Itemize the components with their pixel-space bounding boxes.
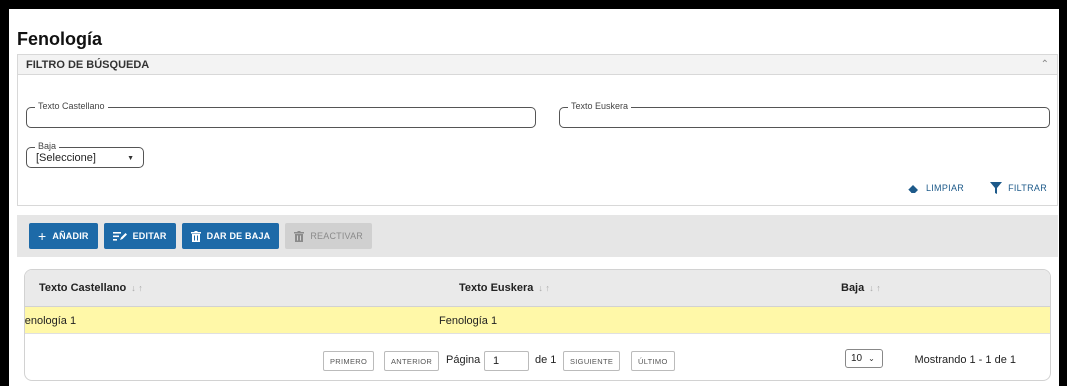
chevron-up-icon[interactable]: ⌃ [1041,59,1049,70]
texto-euskera-label: Texto Euskera [568,100,632,112]
column-label: Texto Castellano [39,282,127,294]
table-row[interactable]: Fenología 1 Fenología 1 [25,307,1050,334]
filter-label: FILTRAR [1008,183,1047,193]
plus-icon: + [38,228,47,244]
trash-icon [190,230,201,242]
texto-castellano-field[interactable]: Texto Castellano [26,100,536,128]
page-number-input[interactable]: 1 [484,351,529,371]
chevron-down-icon: ⌄ [868,354,875,363]
cell-texto-euskera: Fenología 1 [439,315,498,327]
clear-button[interactable]: LIMPIAR [907,183,964,194]
deactivate-button[interactable]: DAR DE BAJA [181,223,280,249]
next-page-button[interactable]: SIGUIENTE [563,351,621,371]
texto-euskera-field[interactable]: Texto Euskera [559,100,1050,128]
funnel-icon [990,182,1003,194]
clear-label: LIMPIAR [925,183,965,193]
cell-texto-castellano: Fenología 1 [24,315,77,327]
page-title: Fenología [17,29,102,49]
baja-select-value: [Seleccione] [36,151,96,164]
baja-select[interactable]: Baja [Seleccione] ▼ [26,140,144,168]
reactivate-button[interactable]: REACTIVAR [285,223,372,249]
results-summary: Mostrando 1 - 1 de 1 [914,354,1016,366]
texto-castellano-label: Texto Castellano [35,100,108,112]
page-size-select[interactable]: 10 ⌄ [845,349,883,368]
sort-icon[interactable]: ↓ ↑ [538,283,550,293]
page: Fenología FILTRO DE BÚSQUEDA ⌃ Texto Cas… [9,9,1059,386]
page-label: Página [446,354,481,366]
filter-button[interactable]: FILTRAR [990,182,1047,194]
filter-title: FILTRO DE BÚSQUEDA [26,58,150,71]
results-table: Texto Castellano ↓ ↑ Texto Euskera ↓ ↑ B… [24,269,1051,381]
filter-header[interactable]: FILTRO DE BÚSQUEDA ⌃ [18,55,1057,75]
edit-icon [112,232,127,241]
column-header-texto-castellano[interactable]: Texto Castellano ↓ ↑ [39,282,143,294]
edit-button[interactable]: EDITAR [103,223,176,249]
last-page-button[interactable]: ÚLTIMO [631,351,675,371]
column-header-texto-euskera[interactable]: Texto Euskera ↓ ↑ [459,282,550,294]
restore-icon [294,230,305,242]
texto-euskera-input[interactable] [560,108,1049,128]
edit-label: EDITAR [132,231,167,241]
deactivate-label: DAR DE BAJA [206,231,271,241]
column-label: Texto Euskera [459,282,534,294]
reactivate-label: REACTIVAR [310,231,363,241]
eraser-icon [907,184,918,193]
previous-page-button[interactable]: ANTERIOR [384,351,440,371]
caret-down-icon: ▼ [127,155,134,162]
page-count: de 1 [535,354,557,366]
column-header-baja[interactable]: Baja ↓ ↑ [841,282,881,294]
page-size-value: 10 [851,353,863,364]
sort-icon[interactable]: ↓ ↑ [869,283,881,293]
column-label: Baja [841,282,865,294]
baja-label: Baja [35,140,60,152]
pagination: PRIMERO ANTERIOR Página 1 de 1 SIGUIENTE… [25,335,1050,380]
add-label: AÑADIR [52,231,89,241]
search-filter-panel: FILTRO DE BÚSQUEDA ⌃ Texto Castellano Te… [17,54,1058,206]
first-page-button[interactable]: PRIMERO [323,351,375,371]
add-button[interactable]: + AÑADIR [29,223,98,249]
filter-actions: LIMPIAR FILTRAR [907,182,1047,194]
table-header: Texto Castellano ↓ ↑ Texto Euskera ↓ ↑ B… [25,270,1050,307]
action-toolbar: + AÑADIR EDITAR DAR DE BAJA REACTIVAR [17,215,1058,257]
sort-icon[interactable]: ↓ ↑ [131,283,143,293]
